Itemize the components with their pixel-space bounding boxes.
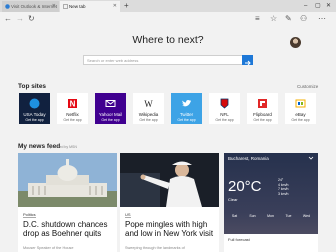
close-icon[interactable]: ✕: [113, 1, 117, 12]
tile-sub: Get the app: [177, 118, 196, 122]
tab-label: New tab: [69, 4, 86, 9]
twitter-icon: [182, 100, 191, 107]
back-icon[interactable]: ←: [4, 13, 12, 25]
search-button[interactable]: [242, 55, 253, 66]
tile-label: Wikipedia: [138, 112, 159, 117]
edge-icon: [5, 4, 10, 9]
new-tab-icon: [63, 4, 68, 9]
forward-icon[interactable]: →: [16, 13, 24, 25]
tile-wikipedia[interactable]: W Wikipedia Get the app: [133, 93, 164, 124]
news-source: Mouser Speaker of the House: [23, 246, 74, 250]
wikipedia-icon: W: [144, 99, 153, 109]
news-card-politics[interactable]: Politics D.C. shutdown chances drop as B…: [18, 153, 117, 252]
weather-stats: 24° 4 km/h 7 km/h 3 km/h: [278, 178, 289, 196]
weather-stat: 3 km/h: [278, 191, 289, 196]
tile-sub: Get the app: [25, 118, 44, 122]
weather-day: Sat: [231, 214, 238, 218]
tile-netflix[interactable]: N Netflix Get the app: [57, 93, 88, 124]
news-image: [18, 153, 117, 207]
tile-sub: Get the app: [215, 118, 234, 122]
tab-label: Visit Outlook & Internet: [11, 4, 57, 9]
weather-forecast-days: Sat Sun Mon Tue Wed: [224, 214, 318, 228]
news-source: Sweeping through the landmarks of: [125, 246, 185, 250]
tile-nfl[interactable]: NFL Get the app: [209, 93, 240, 124]
yahoo-mail-icon: [105, 100, 116, 107]
tile-twitter[interactable]: Twitter Get the app: [171, 93, 202, 124]
tile-sub: Get the app: [139, 118, 158, 122]
usa-today-icon: [29, 98, 40, 109]
svg-text:N: N: [70, 100, 76, 109]
tile-ebay[interactable]: eBay Get the app: [285, 93, 316, 124]
customize-link[interactable]: Customize: [297, 84, 318, 89]
web-note-icon[interactable]: ✎: [285, 13, 292, 25]
close-window-icon[interactable]: ✕: [326, 1, 331, 11]
news-image: [120, 153, 219, 207]
weather-card[interactable]: Bucharest, Romania 20°C Clear 24° 4 km/h…: [224, 153, 318, 252]
tile-label: eBay: [295, 112, 306, 117]
add-tab-button[interactable]: +: [124, 1, 129, 11]
weather-stat: 7 km/h: [278, 187, 289, 191]
top-sites-title: Top sites: [18, 83, 47, 90]
avatar[interactable]: [290, 37, 301, 48]
tile-label: NFL: [220, 112, 229, 117]
weather-temp: 20°C: [228, 178, 262, 195]
tile-flipboard[interactable]: Flipboard Get the app: [247, 93, 278, 124]
news-card-us[interactable]: US Pope mingles with high and low in New…: [120, 153, 219, 252]
arrow-right-icon: [245, 60, 251, 66]
category-badge: Politics: [23, 212, 36, 218]
tile-sub: Get the app: [63, 118, 82, 122]
search-box: [83, 55, 253, 66]
share-icon[interactable]: ⚇: [300, 13, 307, 25]
tile-sub: Get the app: [253, 118, 272, 122]
page-title: Where to next?: [132, 34, 204, 46]
tile-usa-today[interactable]: USA Today Get the app: [19, 93, 50, 124]
powered-by: powered by MSN: [50, 145, 77, 149]
weather-day: Tue: [285, 214, 292, 218]
tile-label: Yahoo! Mail: [98, 112, 123, 117]
weather-day: Wed: [302, 214, 311, 218]
weather-day: Sun: [249, 214, 256, 218]
tab-outlook[interactable]: Visit Outlook & Internet ✕: [2, 1, 59, 12]
weather-city: Bucharest, Romania: [228, 156, 269, 161]
news-headline: Pope mingles with high and low in New Yo…: [125, 220, 214, 238]
flipboard-icon: [258, 99, 267, 108]
ebay-icon: [295, 99, 306, 108]
news-headline: D.C. shutdown chances drop as Boehner qu…: [23, 220, 108, 238]
tile-yahoo-mail[interactable]: Yahoo! Mail Get the app: [95, 93, 126, 124]
minimize-icon[interactable]: –: [304, 1, 307, 11]
netflix-icon: N: [68, 99, 77, 109]
nfl-icon: [220, 98, 229, 109]
search-input[interactable]: [87, 56, 237, 64]
close-icon[interactable]: ✕: [52, 1, 56, 12]
tile-label: Netflix: [66, 112, 79, 117]
tile-label: Flipboard: [253, 112, 272, 117]
chevron-down-icon[interactable]: [308, 156, 314, 161]
full-forecast-link[interactable]: Full forecast: [224, 234, 318, 252]
tile-label: USA Today: [23, 112, 46, 117]
weather-day: Mon: [267, 214, 274, 218]
svg-text:W: W: [144, 99, 153, 109]
tile-sub: Get the app: [291, 118, 310, 122]
toolbar: ← → ↻ ≡ ☆ ✎ ⚇ ⋯: [0, 12, 336, 26]
tile-sub: Get the app: [101, 118, 120, 122]
tab-bar: Visit Outlook & Internet ✕ New tab ✕ + –…: [0, 0, 336, 12]
category-badge: US: [125, 212, 131, 218]
weather-condition: Clear: [228, 197, 238, 202]
more-icon[interactable]: ⋯: [318, 13, 326, 25]
maximize-icon[interactable]: ▢: [315, 1, 321, 11]
hub-icon[interactable]: ☆: [270, 13, 277, 25]
tile-label: Twitter: [179, 112, 194, 117]
refresh-icon[interactable]: ↻: [28, 13, 35, 25]
reading-list-icon[interactable]: ≡: [255, 13, 260, 25]
tab-new-tab[interactable]: New tab ✕: [60, 1, 120, 12]
